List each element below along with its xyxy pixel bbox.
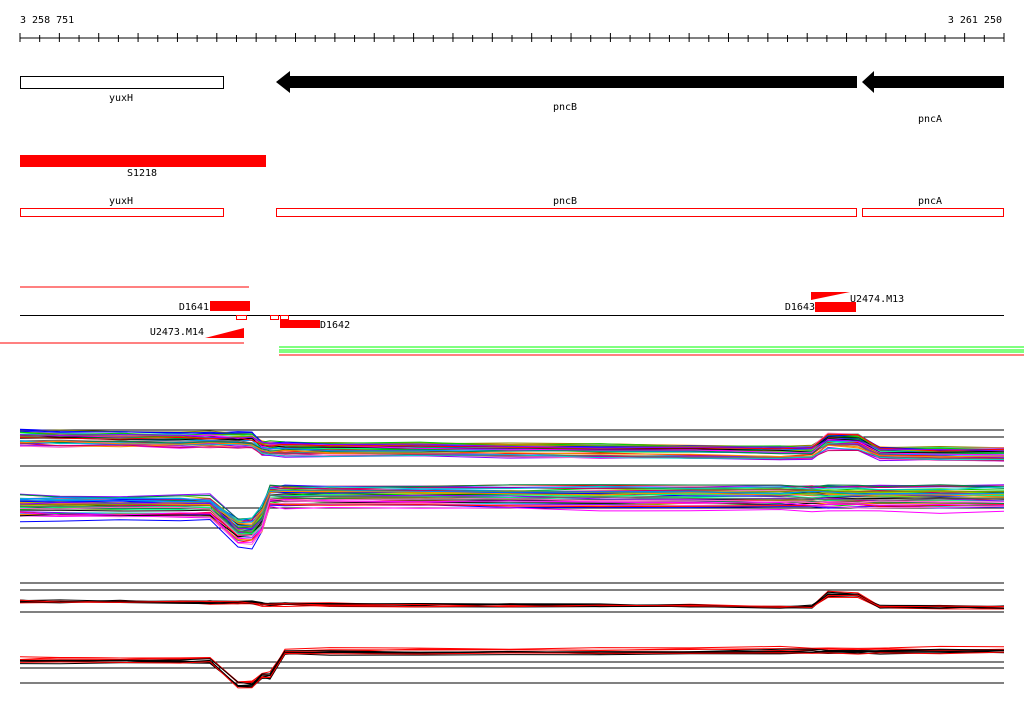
summary-track-frame: [20, 582, 1004, 684]
feature-small-box-a: [236, 315, 247, 320]
gene-track: yuxH pncB pncA: [20, 71, 1004, 125]
expression-profiles-bottom: [19, 484, 1005, 550]
feature-U2474-wedge[interactable]: [811, 292, 850, 300]
ruler-end-label: 3 261 250: [948, 15, 1002, 26]
feature-U2473-wedge[interactable]: [205, 328, 244, 338]
segment-S1218-label: S1218: [127, 168, 157, 179]
feature-D1643-bar[interactable]: [815, 302, 856, 312]
summary-line: [19, 650, 1005, 688]
feature-D1641-bar[interactable]: [210, 301, 250, 311]
gene-pncB-label: pncB: [553, 102, 577, 113]
segment-S1218-bar[interactable]: [20, 155, 266, 167]
feature-U2473-label: U2473.M14: [150, 327, 204, 338]
genome-track-canvas: 3 258 751 3 261 250 yuxH pncB pncA S1218…: [0, 15, 1024, 689]
feature-small-box-b: [270, 315, 279, 320]
annotation-pncB-label: pncB: [553, 196, 577, 207]
summary-profiles: [19, 590, 1005, 689]
feature-D1643-label: D1643: [785, 302, 815, 313]
gene-pncA-arrow[interactable]: [862, 71, 1004, 93]
summary-line: [19, 649, 1005, 688]
annotation-pncA-box[interactable]: [862, 208, 1004, 217]
annotation-track: yuxH pncB pncA: [20, 196, 1004, 217]
profile-line: [19, 504, 1005, 550]
annotation-yuxH-label: yuxH: [109, 196, 133, 207]
feature-D1641-label: D1641: [179, 302, 209, 313]
feature-U2474-label: U2474.M13: [850, 294, 904, 305]
feature-small-box-c: [280, 315, 289, 320]
segment-track: S1218: [20, 155, 266, 179]
gene-pncA-label: pncA: [918, 114, 942, 125]
feature-D1642-bar[interactable]: [280, 320, 320, 328]
expression-profiles-top: [19, 428, 1005, 467]
feature-D1642-label: D1642: [320, 320, 350, 331]
gene-pncB-arrow[interactable]: [276, 71, 857, 93]
ruler-start-label: 3 258 751: [20, 15, 74, 26]
feature-track: D1641 U2473.M14 D1642 U2474.M13 D1643: [0, 286, 1024, 356]
annotation-pncB-box[interactable]: [276, 208, 857, 217]
genome-browser-view: 3 258 751 3 261 250 yuxH pncB pncA S1218…: [0, 0, 1024, 714]
position-ruler: 3 258 751 3 261 250: [19, 15, 1005, 42]
gene-yuxH-label: yuxH: [109, 93, 133, 104]
annotation-yuxH-box[interactable]: [20, 208, 224, 217]
annotation-pncA-label: pncA: [918, 196, 942, 207]
gene-yuxH-box[interactable]: [20, 76, 224, 89]
